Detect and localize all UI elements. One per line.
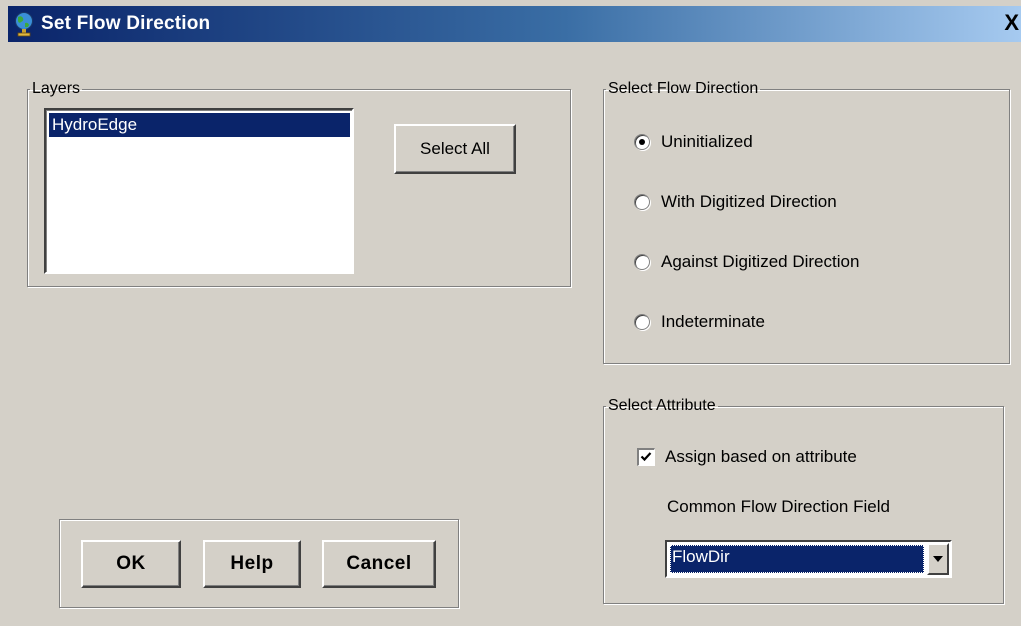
assign-attribute-checkbox[interactable] bbox=[637, 448, 655, 466]
layers-legend: Layers bbox=[32, 80, 81, 97]
field-label: Common Flow Direction Field bbox=[667, 497, 890, 516]
ok-button[interactable]: OK bbox=[81, 540, 181, 588]
radio-with-digitized[interactable]: With Digitized Direction bbox=[634, 189, 837, 215]
flow-direction-field-select[interactable]: FlowDir bbox=[665, 540, 952, 578]
dialog-body: Layers HydroEdge Select All Select Flow … bbox=[8, 42, 1021, 626]
radio-label-indeterminate: Indeterminate bbox=[661, 312, 765, 331]
radio-label-with-digitized: With Digitized Direction bbox=[661, 192, 837, 211]
radio-label-uninitialized: Uninitialized bbox=[661, 132, 753, 151]
field-select-value: FlowDir bbox=[670, 545, 924, 573]
close-button[interactable]: X bbox=[997, 11, 1021, 35]
radio-button[interactable] bbox=[634, 314, 650, 330]
radio-button[interactable] bbox=[634, 194, 650, 210]
radio-uninitialized[interactable]: Uninitialized bbox=[634, 129, 753, 155]
list-item[interactable]: HydroEdge bbox=[49, 113, 350, 137]
radio-label-against-digitized: Against Digitized Direction bbox=[661, 252, 860, 271]
globe-icon bbox=[12, 11, 36, 37]
select-all-button[interactable]: Select All bbox=[394, 124, 516, 174]
radio-button[interactable] bbox=[634, 254, 650, 270]
assign-attribute-checkbox-row[interactable]: Assign based on attribute bbox=[637, 447, 857, 467]
radio-against-digitized[interactable]: Against Digitized Direction bbox=[634, 249, 859, 275]
flow-direction-group: Select Flow Direction Uninitialized With… bbox=[603, 80, 1010, 364]
layers-listbox[interactable]: HydroEdge bbox=[44, 108, 354, 274]
radio-button-checked[interactable] bbox=[634, 134, 650, 150]
help-button[interactable]: Help bbox=[203, 540, 301, 588]
radio-indeterminate[interactable]: Indeterminate bbox=[634, 309, 765, 335]
chevron-down-icon bbox=[933, 556, 943, 562]
flow-direction-legend: Select Flow Direction bbox=[608, 80, 759, 97]
cancel-button[interactable]: Cancel bbox=[322, 540, 436, 588]
checkmark-icon bbox=[640, 452, 652, 462]
dropdown-button[interactable] bbox=[927, 543, 949, 575]
select-attribute-legend: Select Attribute bbox=[608, 397, 716, 414]
title-bar[interactable]: Set Flow Direction X bbox=[8, 6, 1021, 42]
window-title: Set Flow Direction bbox=[41, 13, 211, 34]
assign-attribute-label: Assign based on attribute bbox=[665, 447, 857, 466]
